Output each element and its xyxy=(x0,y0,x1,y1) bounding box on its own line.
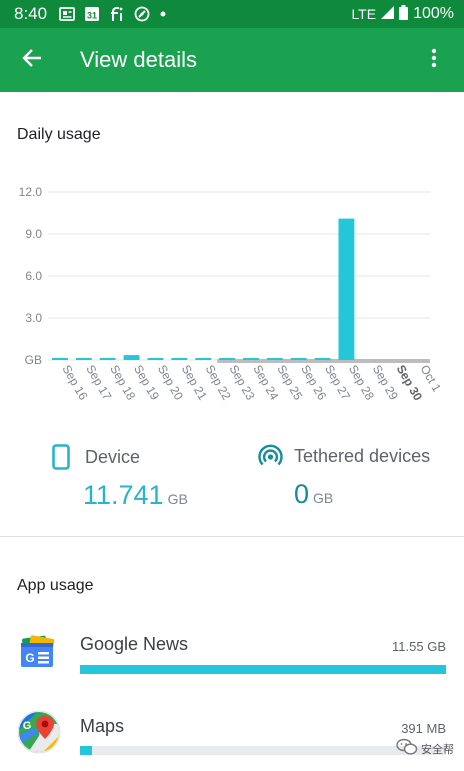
device-value: 11.741 xyxy=(83,480,164,510)
device-unit: GB xyxy=(167,491,188,507)
hotspot-icon xyxy=(258,444,284,469)
section-divider xyxy=(0,536,464,537)
y-tick-label: 3.0 xyxy=(25,311,42,325)
svg-text:G: G xyxy=(23,720,32,732)
bar-sep-20 xyxy=(147,358,164,360)
app-row-maps[interactable]: G Maps 391 MB xyxy=(0,702,464,771)
app-usage-bar xyxy=(80,746,446,755)
bar-sep-28 xyxy=(338,218,355,360)
status-right: LTE 100% xyxy=(351,5,454,23)
app-usage-title: App usage xyxy=(17,577,94,594)
bar-sep-27 xyxy=(314,358,331,360)
bar-sep-19 xyxy=(123,355,140,360)
tethered-unit: GB xyxy=(313,490,334,506)
daily-usage-chart-svg: 12.09.06.03.0GBSep 16Sep 17Sep 18Sep 19S… xyxy=(19,185,444,403)
watermark-text: 安全帮 xyxy=(421,743,454,756)
bar-sep-21 xyxy=(171,358,188,360)
daily-usage-chart: 12.0 9.0 6.0 3.0 GB Sep 16 Sep 17 Sep 18 Sep 19 S… xyxy=(0,170,464,420)
more-options-button[interactable] xyxy=(414,40,454,80)
battery-percent: 100% xyxy=(413,5,454,22)
y-tick-label: 9.0 xyxy=(25,227,42,241)
y-tick-label: 12.0 xyxy=(19,185,43,199)
battery-icon xyxy=(399,5,409,23)
app-row-google-news[interactable]: G Google News 11.55 GB xyxy=(0,622,464,702)
app-usage-bar-fill xyxy=(80,746,93,755)
bar-sep-24 xyxy=(243,358,259,360)
y-tick-label: 6.0 xyxy=(25,269,42,283)
app-usage-bar-fill xyxy=(80,665,446,674)
bar-sep-16 xyxy=(52,357,68,360)
status-bar: 8:40 31 LTE 100% xyxy=(0,0,464,28)
app-size: 391 MB xyxy=(401,721,446,736)
watermark: 安全帮 xyxy=(396,738,454,759)
tethered-usage: Tethered devices 0 GB xyxy=(258,444,430,510)
tethered-value: 0 xyxy=(294,479,310,509)
more-vert-icon xyxy=(431,48,437,73)
bar-sep-18 xyxy=(99,358,116,360)
device-label: Device xyxy=(85,446,141,467)
y-tick-label: GB xyxy=(25,353,42,367)
google-news-icon: G xyxy=(17,634,61,678)
status-time: 8:40 xyxy=(14,4,48,23)
arrow-back-icon xyxy=(21,47,43,74)
bar-sep-25 xyxy=(266,358,283,360)
calendar-day: 31 xyxy=(87,11,97,21)
app-size: 11.55 GB xyxy=(392,639,446,654)
google-maps-icon: G xyxy=(17,710,61,754)
network-type: LTE xyxy=(351,6,377,22)
bar-sep-26 xyxy=(290,358,307,360)
signal-icon xyxy=(381,6,395,22)
phone-icon xyxy=(52,444,72,470)
svg-text:G: G xyxy=(25,651,34,665)
wechat-icon xyxy=(396,738,418,759)
speedometer-icon xyxy=(134,6,150,22)
bar-sep-23 xyxy=(219,358,235,360)
device-usage: Device 11.741 GB xyxy=(52,444,188,511)
app-bar: View details xyxy=(0,28,464,92)
daily-usage-title: Daily usage xyxy=(17,126,101,143)
tethered-label: Tethered devices xyxy=(294,446,431,466)
app-usage-bar xyxy=(80,665,446,674)
bar-sep-17 xyxy=(75,358,92,360)
fi-icon xyxy=(109,6,125,22)
back-button[interactable] xyxy=(0,28,64,92)
dot-icon xyxy=(159,10,167,18)
bar-sep-22 xyxy=(195,358,212,360)
app-name: Maps xyxy=(80,716,125,736)
app-name: Google News xyxy=(80,634,189,654)
page-title: View details xyxy=(80,47,197,72)
news-notification-icon xyxy=(59,6,75,22)
calendar-icon: 31 xyxy=(84,6,100,22)
